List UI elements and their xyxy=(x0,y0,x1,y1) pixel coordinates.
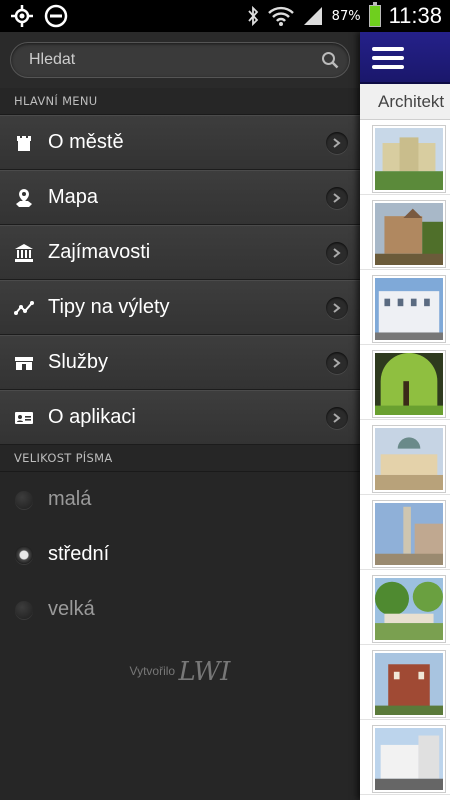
thumbnail-image xyxy=(373,426,445,492)
chevron-right-icon xyxy=(326,407,348,429)
category-tab[interactable]: Architekt xyxy=(360,84,450,120)
main-menu-header: HLAVNÍ MENU xyxy=(0,88,360,115)
chevron-right-icon xyxy=(326,242,348,264)
thumbnail-image xyxy=(373,576,445,642)
radio-label: malá xyxy=(48,488,92,510)
shop-icon xyxy=(15,356,33,370)
menu-item-label: O městě xyxy=(48,131,124,153)
developer-logo: LWI xyxy=(178,657,231,687)
search-icon[interactable] xyxy=(321,51,339,69)
chevron-right-icon xyxy=(326,297,348,319)
bluetooth-icon xyxy=(247,5,258,27)
wifi-icon xyxy=(267,6,294,26)
credit-text: Vytvořilo xyxy=(129,664,176,679)
menu-item-label: O aplikaci xyxy=(48,406,136,428)
thumbnail-image xyxy=(373,126,445,192)
menu-item-mapa[interactable]: Mapa xyxy=(0,170,360,225)
list-item[interactable] xyxy=(360,270,450,345)
list-item[interactable] xyxy=(360,645,450,720)
hamburger-menu-icon[interactable] xyxy=(370,42,406,74)
font-size-option-stredni[interactable]: střední xyxy=(0,527,360,582)
menu-item-tipy-na-vylety[interactable]: Tipy na výlety xyxy=(0,280,360,335)
content-panel: Architekt xyxy=(360,32,450,800)
battery-icon xyxy=(368,2,381,27)
list-item[interactable] xyxy=(360,345,450,420)
clock: 11:38 xyxy=(388,3,442,28)
search-bar xyxy=(0,32,360,88)
menu-item-o-meste[interactable]: O městě xyxy=(0,115,360,170)
list-item[interactable] xyxy=(360,120,450,195)
chevron-right-icon xyxy=(326,352,348,374)
gps-icon xyxy=(11,5,33,27)
chevron-right-icon xyxy=(326,187,348,209)
thumbnail-image xyxy=(373,201,445,267)
search-input[interactable] xyxy=(29,43,309,77)
font-size-option-mala[interactable]: malá xyxy=(0,472,360,527)
menu-item-label: Mapa xyxy=(48,186,99,208)
map-pin-icon xyxy=(16,188,32,207)
list-item[interactable] xyxy=(360,195,450,270)
menu-item-label: Služby xyxy=(48,351,109,373)
menu-item-sluzby[interactable]: Služby xyxy=(0,335,360,390)
thumbnail-image xyxy=(373,726,445,792)
credit: Vytvořilo LWI xyxy=(0,657,360,687)
menu-item-zajimavosti[interactable]: Zajímavosti xyxy=(0,225,360,280)
menu-item-label: Tipy na výlety xyxy=(48,296,170,318)
status-bar: 87% 11:38 xyxy=(0,0,450,32)
thumbnail-image xyxy=(373,351,445,417)
list-item[interactable] xyxy=(360,495,450,570)
navigation-drawer: HLAVNÍ MENU O městě Mapa Zajímavosti xyxy=(0,32,360,800)
app-toolbar xyxy=(360,32,450,84)
radio-button[interactable] xyxy=(15,490,33,509)
radio-label: velká xyxy=(48,598,95,620)
list-item[interactable] xyxy=(360,420,450,495)
route-icon xyxy=(14,300,34,315)
thumbnail-image xyxy=(373,276,445,342)
radio-label: střední xyxy=(48,543,110,565)
signal-icon xyxy=(303,7,322,25)
font-size-header: VELIKOST PÍSMA xyxy=(0,445,360,472)
thumbnail-image xyxy=(373,651,445,717)
menu-item-label: Zajímavosti xyxy=(48,241,151,263)
search-box xyxy=(10,42,350,78)
menu-item-o-aplikaci[interactable]: O aplikaci xyxy=(0,390,360,445)
font-size-option-velka[interactable]: velká xyxy=(0,582,360,637)
list-item[interactable] xyxy=(360,570,450,645)
radio-button[interactable] xyxy=(15,600,33,619)
thumbnail-image xyxy=(373,501,445,567)
tower-icon xyxy=(17,135,31,151)
radio-button[interactable] xyxy=(15,545,33,564)
block-icon xyxy=(44,4,68,28)
chevron-right-icon xyxy=(326,132,348,154)
list-item[interactable] xyxy=(360,720,450,795)
battery-percent: 87% xyxy=(331,8,361,24)
id-card-icon xyxy=(15,411,33,424)
museum-icon xyxy=(15,243,33,262)
